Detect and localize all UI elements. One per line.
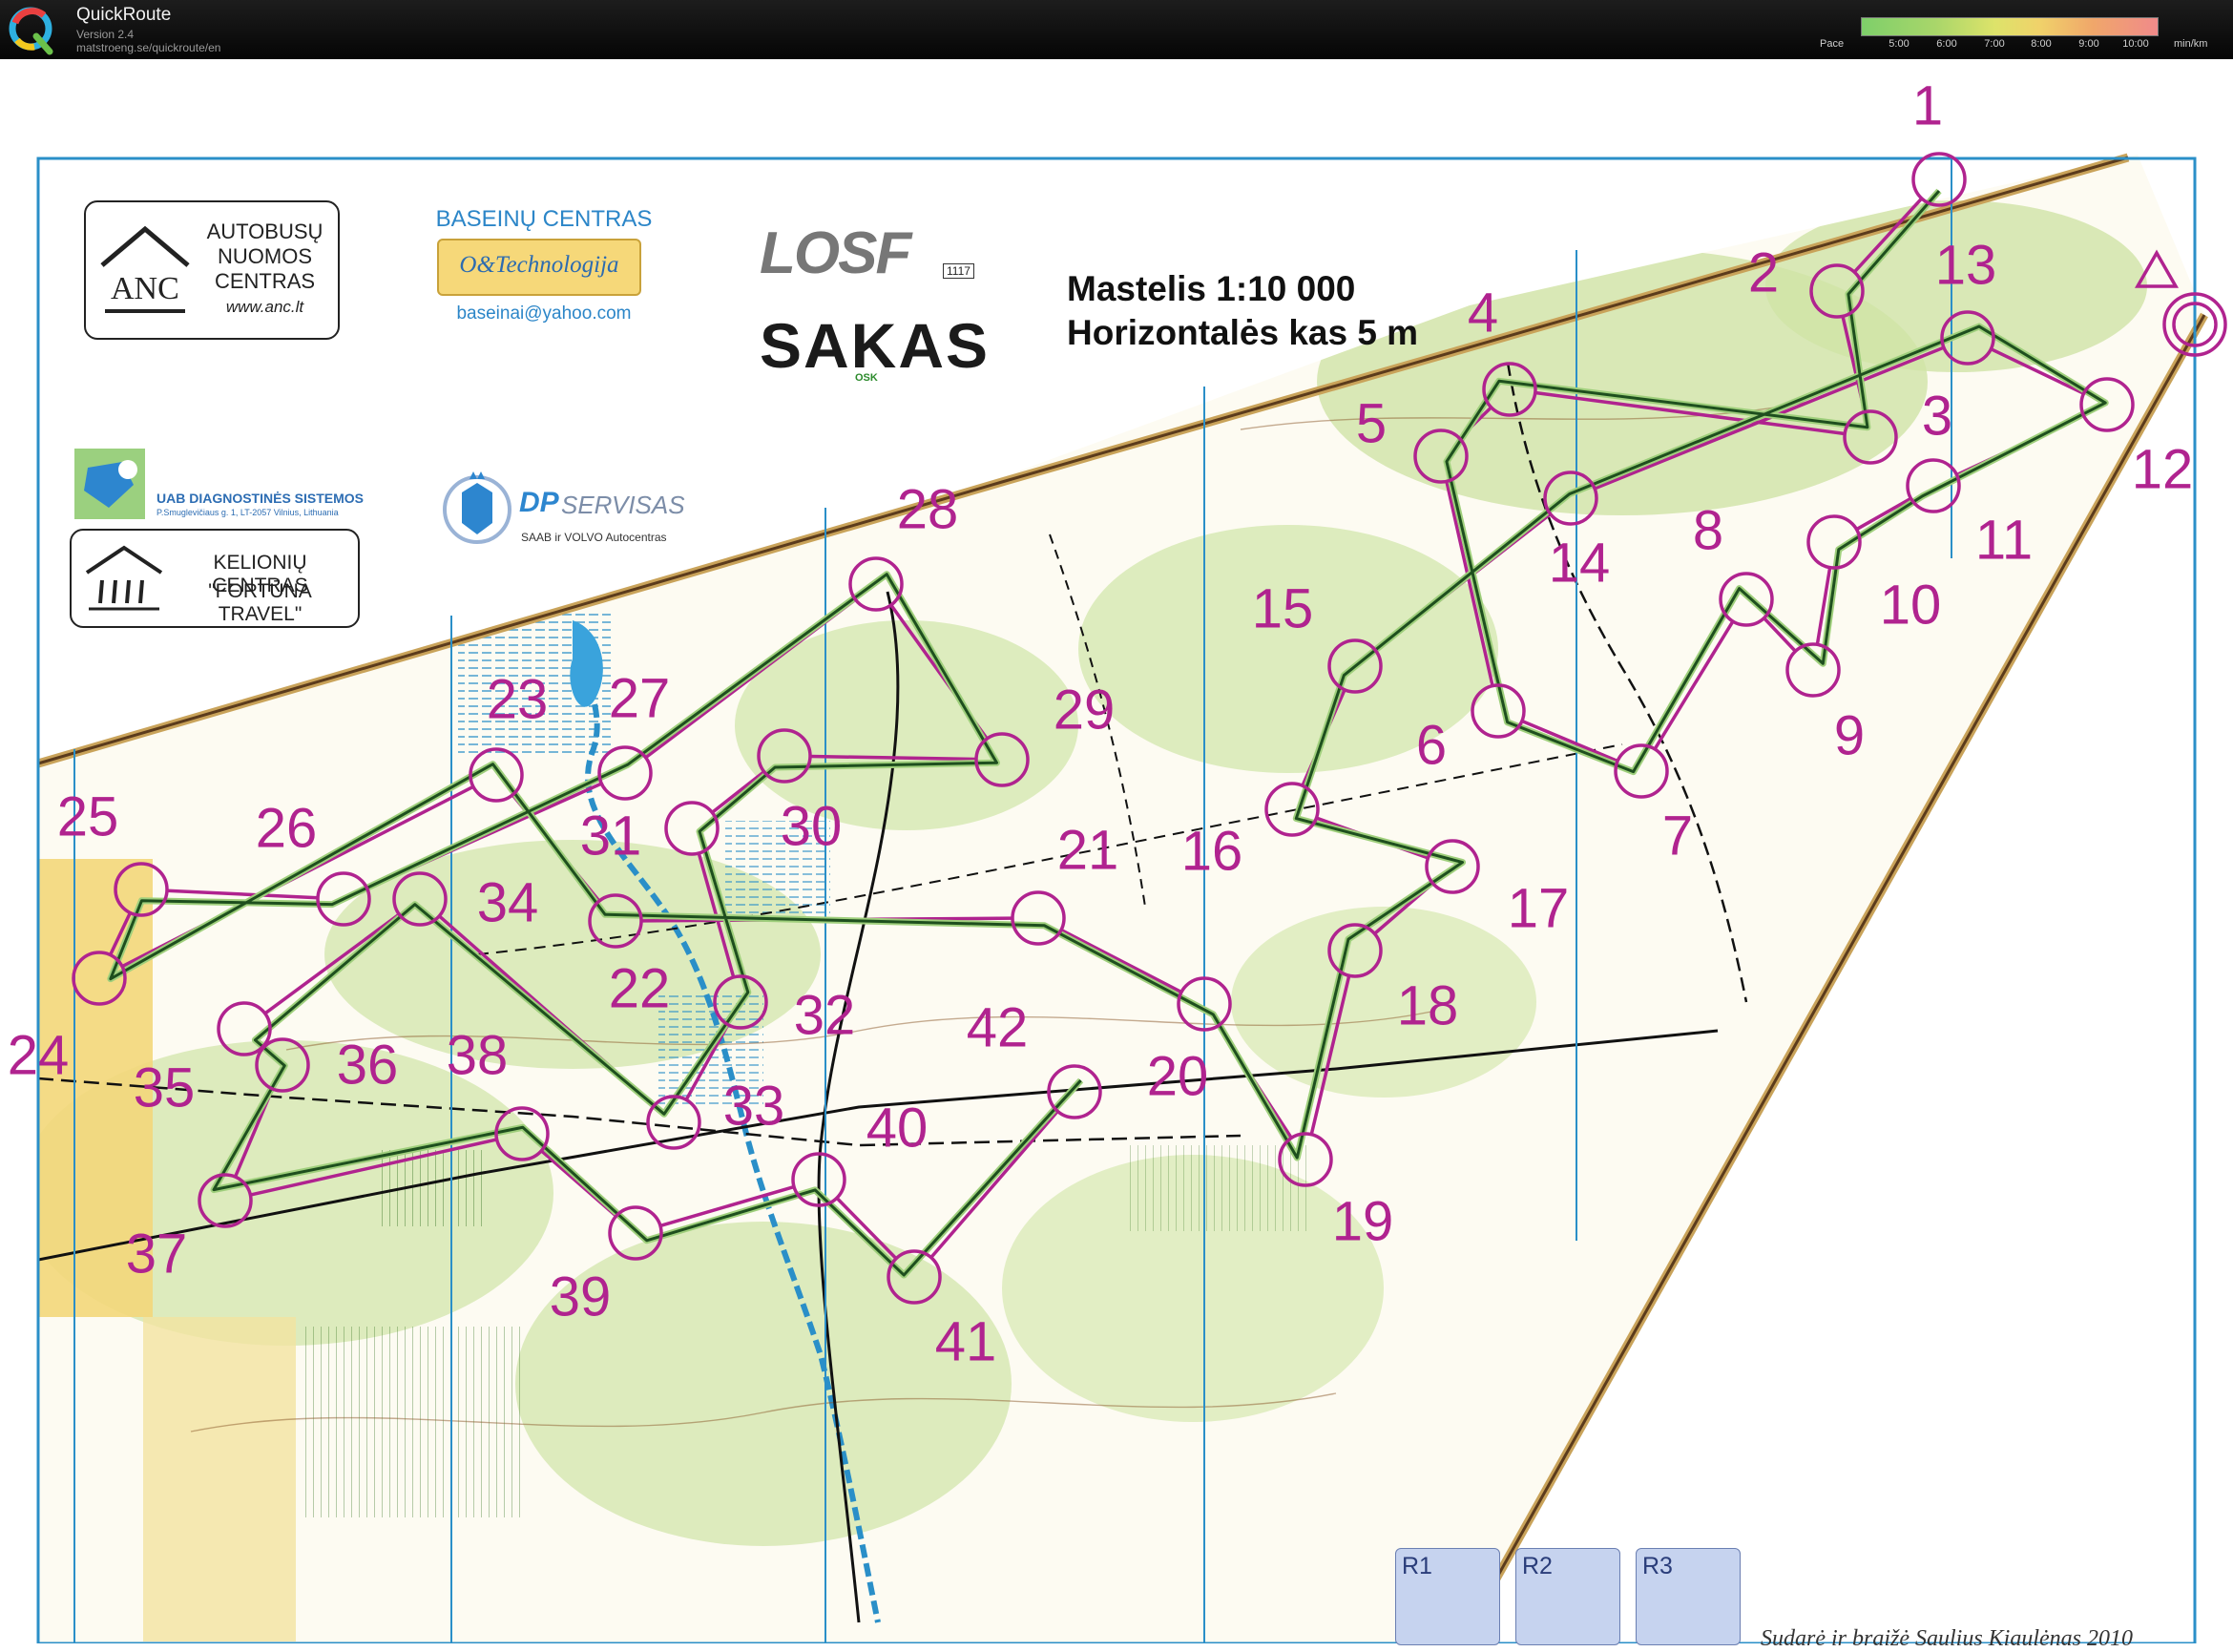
sponsor-anc-logo: ANC AUTOBUSŲ NUOMOS CENTRAS www.anc.lt — [84, 200, 340, 340]
control-number: 23 — [487, 668, 549, 730]
control-number: 2 — [1748, 241, 1779, 303]
control-number: 10 — [1880, 574, 1942, 636]
bus-house-icon: ANC — [100, 225, 190, 313]
control-number: 32 — [794, 984, 856, 1046]
sakas-sub: OSK — [855, 372, 878, 384]
control-number: 15 — [1252, 577, 1314, 639]
baseinu-brand-box: O&Technologija — [437, 239, 641, 296]
dp-mark: DP — [519, 487, 559, 518]
control-number: 31 — [580, 805, 642, 867]
control-number: 12 — [2132, 438, 2194, 500]
pace-tick: 8:00 — [2031, 38, 2052, 50]
control-number: 29 — [1054, 679, 1116, 741]
control-number: 19 — [1332, 1190, 1394, 1252]
control-number: 40 — [866, 1097, 929, 1159]
sponsor-dp-logo: DP SERVISAS SAAB ir VOLVO Autocentras — [441, 460, 708, 555]
control-number: 25 — [57, 785, 119, 847]
control-number: 35 — [134, 1056, 196, 1119]
sponsor-fortuna-logo: KELIONIŲ CENTRAS "FORTŪNA TRAVEL" — [70, 529, 360, 628]
app-title: QuickRoute — [76, 5, 172, 25]
dp-crest-icon — [443, 471, 511, 544]
relay-label: R1 — [1402, 1553, 1432, 1579]
control-number: 34 — [477, 871, 539, 933]
sponsor-uab-logo: UAB DIAGNOSTINĖS SISTEMOS P.Smuglevičiau… — [74, 449, 389, 525]
sponsor-sakas-logo: SAKAS OSK — [760, 309, 998, 401]
relay-label: R2 — [1522, 1553, 1553, 1579]
control-number: 11 — [1975, 509, 2033, 571]
control-number: 16 — [1181, 820, 1243, 882]
diagnostics-icon — [74, 449, 145, 519]
app-title-bar: QuickRoute Version 2.4 matstroeng.se/qui… — [0, 0, 2233, 59]
control-number: 6 — [1416, 714, 1447, 776]
control-number: 26 — [256, 797, 318, 859]
baseinu-brand: O&Technologija — [459, 252, 619, 278]
pace-tick: 6:00 — [1936, 38, 1957, 50]
control-number: 8 — [1693, 499, 1723, 561]
control-number: 37 — [126, 1223, 188, 1285]
map-credit: Sudarė ir braižė Saulius Kiaulėnas 2010 — [1761, 1626, 2134, 1651]
control-number: 9 — [1834, 704, 1865, 766]
pace-tick: 10:00 — [2122, 38, 2149, 50]
control-number: 4 — [1468, 282, 1498, 344]
sponsor-losf-logo: LOSF 1117 — [760, 220, 989, 286]
pace-tick: 9:00 — [2078, 38, 2099, 50]
uab-line1: UAB DIAGNOSTINĖS SISTEMOS — [157, 491, 365, 506]
control-number: 20 — [1147, 1045, 1209, 1107]
control-number: 30 — [781, 795, 843, 857]
scale-info: Mastelis 1:10 000 Horizontalės kas 5 m — [1067, 267, 1418, 355]
anc-url: www.anc.lt — [225, 298, 304, 316]
baseinu-title: BASEINŲ CENTRAS — [435, 206, 653, 232]
control-number: 42 — [967, 996, 1029, 1058]
uab-line2: P.Smuglevičiaus g. 1, LT-2057 Vilnius, L… — [157, 508, 339, 517]
relay-box-r3: R3 — [1636, 1548, 1741, 1645]
control-number: 17 — [1508, 877, 1570, 939]
control-number: 1 — [1912, 74, 1943, 136]
relay-label: R3 — [1642, 1553, 1673, 1579]
map-canvas[interactable]: 1 2 3 4 5 6 7 8 9 10 11 12 13 14 15 16 17 18 19 20 21 22 23 24 2… — [0, 59, 2233, 1651]
control-number: 28 — [897, 478, 959, 540]
baseinu-email: baseinai@yahoo.com — [456, 303, 632, 324]
control-number: 5 — [1356, 392, 1387, 454]
anc-line3: CENTRAS — [214, 269, 316, 293]
control-number: 33 — [723, 1075, 785, 1137]
control-number: 36 — [337, 1034, 399, 1096]
losf-mark: LOSF — [760, 220, 911, 286]
pace-tick: 7:00 — [1984, 38, 2005, 50]
scale-line-1: Mastelis 1:10 000 — [1067, 269, 1356, 308]
pace-tick: 5:00 — [1889, 38, 1910, 50]
anc-mark: ANC — [111, 271, 179, 306]
control-number: 24 — [8, 1024, 70, 1086]
quickroute-logo-icon — [9, 7, 53, 55]
relay-box-r2: R2 — [1515, 1548, 1620, 1645]
relay-box-r1: R1 — [1395, 1548, 1500, 1645]
dp-word: SERVISAS — [561, 491, 685, 519]
sponsor-baseinu-logo: BASEINŲ CENTRAS O&Technologija baseinai@… — [410, 200, 678, 344]
control-number: 14 — [1549, 532, 1611, 594]
anc-line1: AUTOBUSŲ — [206, 220, 323, 243]
sakas-mark: SAKAS — [760, 310, 991, 381]
control-number: 7 — [1662, 805, 1693, 867]
losf-number: 1117 — [943, 263, 974, 279]
scale-line-2: Horizontalės kas 5 m — [1067, 313, 1419, 352]
travel-house-icon — [85, 545, 163, 611]
control-number: 22 — [609, 957, 671, 1019]
pace-color-scale — [1861, 17, 2159, 36]
control-number: 3 — [1922, 385, 1952, 447]
control-number: 13 — [1935, 234, 1997, 296]
control-number: 27 — [609, 667, 671, 729]
app-url: matstroeng.se/quickroute/en — [76, 41, 221, 54]
control-number: 18 — [1397, 974, 1459, 1036]
control-circle — [1911, 152, 1967, 207]
pace-label: Pace — [1820, 38, 1845, 50]
app-version: Version 2.4 — [76, 28, 135, 41]
fortuna-line2: "FORTŪNA TRAVEL" — [208, 580, 312, 625]
control-number: 38 — [447, 1024, 509, 1086]
control-number: 21 — [1057, 819, 1119, 881]
anc-line2: NUOMOS — [218, 244, 312, 268]
dp-sub: SAAB ir VOLVO Autocentras — [521, 531, 667, 544]
pace-unit: min/km — [2174, 38, 2208, 50]
control-number: 39 — [550, 1265, 612, 1328]
control-number: 41 — [935, 1310, 997, 1372]
